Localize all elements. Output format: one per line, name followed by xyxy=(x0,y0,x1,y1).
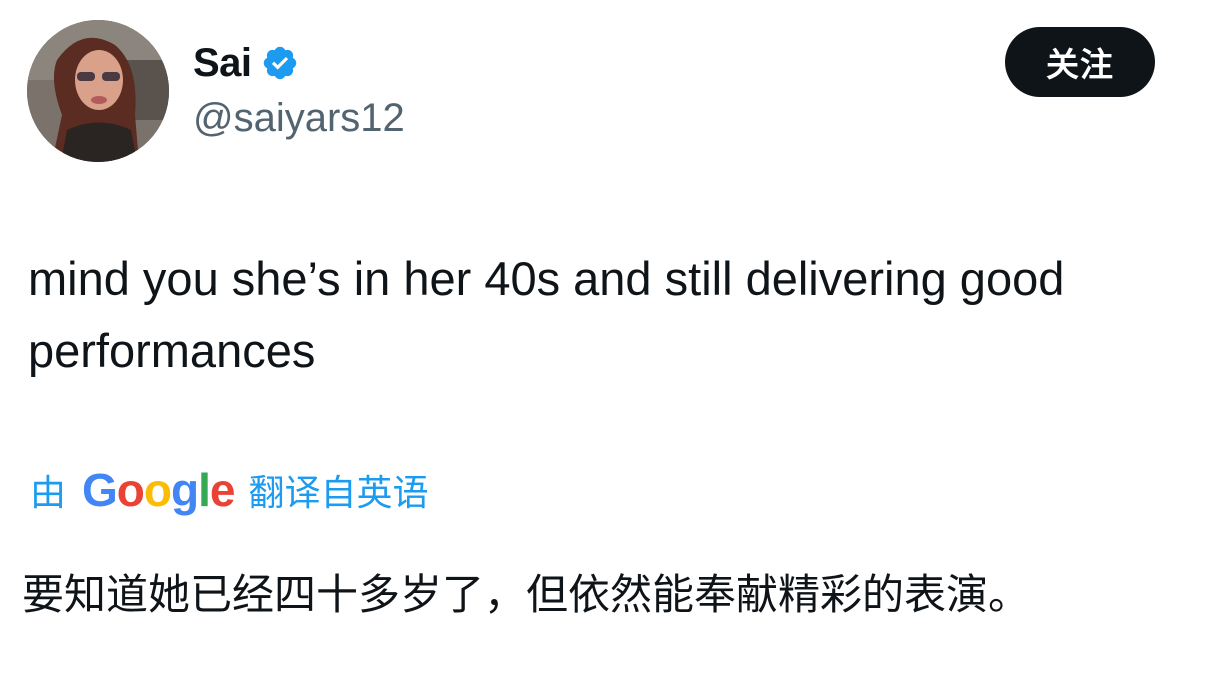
google-logo-letter-3: o xyxy=(143,464,172,516)
avatar-photo xyxy=(27,20,169,162)
verified-badge-icon[interactable] xyxy=(261,44,299,82)
translated-tweet-text: 要知道她已经四十多岁了，但依然能奉献精彩的表演。 xyxy=(22,570,1031,619)
follow-button[interactable]: 关注 xyxy=(1005,27,1155,97)
google-logo-letter-1: G xyxy=(82,464,118,516)
translation-prefix: 由 xyxy=(30,472,67,513)
google-logo: Google xyxy=(82,463,236,517)
author-handle[interactable]: @saiyars12 xyxy=(193,96,405,141)
tweet-text: mind you she’s in her 40s and still deli… xyxy=(28,252,1065,377)
google-logo-letter-5: l xyxy=(198,464,211,516)
google-logo-letter-4: g xyxy=(171,464,199,516)
author-display-name[interactable]: Sai xyxy=(193,41,252,86)
google-logo-letter-2: o xyxy=(116,464,145,516)
google-logo-letter-6: e xyxy=(209,464,236,516)
translation-suffix: 翻译自英语 xyxy=(248,472,429,513)
author-name-row: Sai xyxy=(193,37,299,89)
avatar[interactable] xyxy=(27,20,169,162)
translation-attribution[interactable]: 由 Google 翻译自英语 xyxy=(30,462,429,518)
